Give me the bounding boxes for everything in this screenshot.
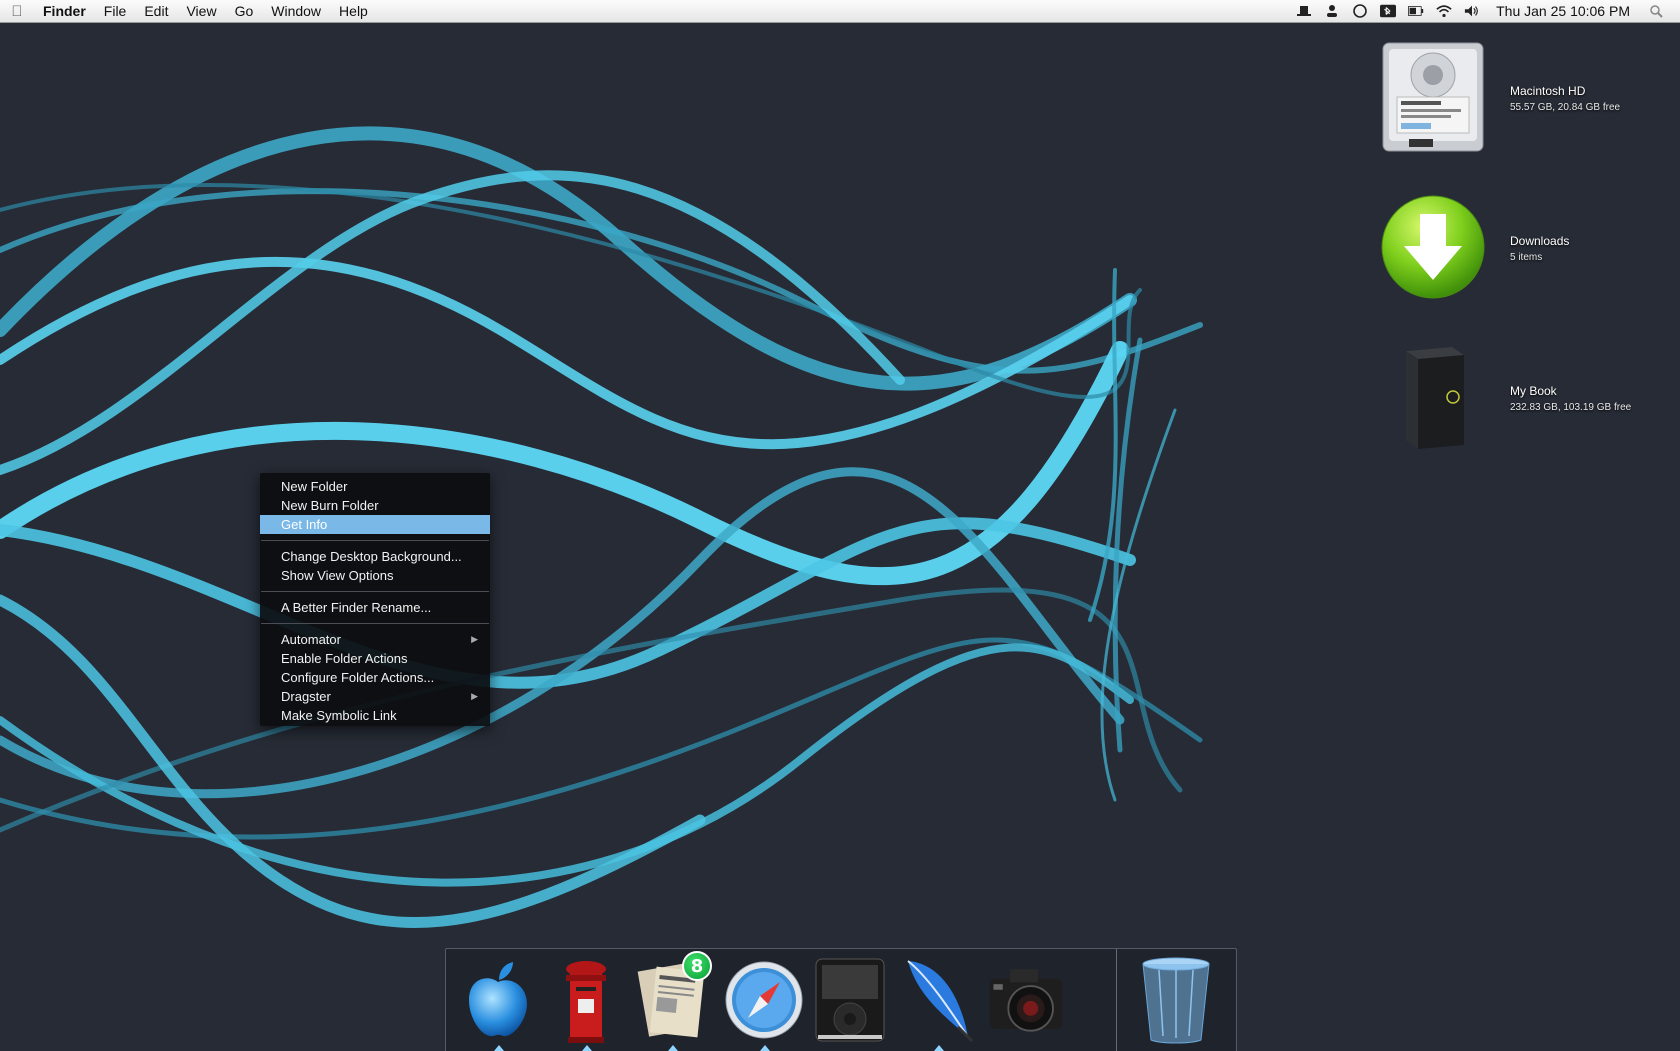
postbox-mail-icon (566, 961, 606, 1043)
menu-item-better-finder-rename[interactable]: A Better Finder Rename... (260, 598, 490, 617)
menu-item-show-view-options[interactable]: Show View Options (260, 566, 490, 585)
menu-item-dragster[interactable]: Dragster ▶ (260, 687, 490, 706)
desktop-item-label: My Book (1510, 384, 1557, 398)
submenu-arrow-icon: ▶ (471, 691, 478, 701)
dock-item-camera[interactable] (986, 957, 1066, 1043)
menu-finder[interactable]: Finder (34, 0, 95, 22)
safari-compass-icon (725, 961, 803, 1039)
hat-icon[interactable] (1296, 3, 1312, 19)
menu-separator (261, 540, 489, 541)
menu-window[interactable]: Window (262, 0, 330, 22)
external-drive-icon (1378, 342, 1488, 452)
running-indicator (582, 1045, 592, 1051)
desktop-item-downloads[interactable]: Downloads 5 items (1378, 192, 1668, 312)
camera-icon (989, 969, 1063, 1032)
dock-item-finder[interactable] (458, 957, 538, 1051)
spotlight-search-icon[interactable] (1648, 3, 1664, 19)
downloads-folder-icon (1378, 192, 1488, 302)
trash-icon (1142, 957, 1210, 1044)
dock-item-trash[interactable] (1136, 957, 1216, 1044)
desktop-item-label: Downloads (1510, 234, 1570, 248)
desktop-item-detail: 5 items (1510, 252, 1543, 263)
desktop-context-menu: New Folder New Burn Folder Get Info Chan… (260, 473, 490, 726)
dock-divider (1116, 949, 1117, 1051)
apple-finder-icon (469, 962, 527, 1037)
desktop-item-my-book[interactable]: My Book 232.83 GB, 103.19 GB free (1378, 342, 1668, 462)
running-indicator (760, 1045, 770, 1051)
menu-item-change-desktop-background[interactable]: Change Desktop Background... (260, 547, 490, 566)
desktop-item-label: Macintosh HD (1510, 84, 1586, 98)
desktop-item-detail: 232.83 GB, 103.19 GB free (1510, 402, 1632, 413)
menu-go[interactable]: Go (226, 0, 263, 22)
menu-bar:  Finder File Edit View Go Window Help T… (0, 0, 1680, 23)
dock-item-news-reader[interactable]: 8 (632, 951, 712, 1051)
person-icon[interactable] (1324, 3, 1340, 19)
menu-view[interactable]: View (177, 0, 225, 22)
submenu-arrow-icon: ▶ (471, 634, 478, 644)
dock: 8 (445, 948, 1237, 1051)
menu-separator (261, 591, 489, 592)
hard-drive-icon (1378, 42, 1488, 152)
menu-item-new-burn-folder[interactable]: New Burn Folder (260, 496, 490, 515)
menu-separator (261, 623, 489, 624)
menu-item-label: Dragster (281, 689, 331, 704)
menu-item-label: Automator (281, 632, 341, 647)
dock-item-itunes[interactable] (810, 957, 890, 1043)
feather-quill-icon (907, 960, 974, 1043)
menu-item-configure-folder-actions[interactable]: Configure Folder Actions... (260, 668, 490, 687)
menu-item-automator[interactable]: Automator ▶ (260, 630, 490, 649)
desktop-item-macintosh-hd[interactable]: Macintosh HD 55.57 GB, 20.84 GB free (1378, 42, 1668, 162)
menu-item-get-info[interactable]: Get Info (260, 515, 490, 534)
menubar-clock[interactable]: Thu Jan 25 10:06 PM (1496, 3, 1630, 19)
volume-icon[interactable] (1464, 3, 1480, 19)
dock-item-safari[interactable] (724, 957, 804, 1051)
menu-item-new-folder[interactable]: New Folder (260, 477, 490, 496)
menu-help[interactable]: Help (330, 0, 377, 22)
desktop-item-detail: 55.57 GB, 20.84 GB free (1510, 102, 1621, 113)
menu-item-enable-folder-actions[interactable]: Enable Folder Actions (260, 649, 490, 668)
running-indicator (668, 1045, 678, 1051)
running-indicator (934, 1045, 944, 1051)
dock-item-mail[interactable] (546, 957, 626, 1051)
menu-item-make-symbolic-link[interactable]: Make Symbolic Link (260, 706, 490, 725)
bluetooth-icon[interactable] (1380, 3, 1397, 19)
menu-edit[interactable]: Edit (135, 0, 177, 22)
running-indicator (494, 1045, 504, 1051)
unread-count-badge: 8 (682, 951, 712, 981)
status-area: Thu Jan 25 10:06 PM (1290, 0, 1680, 22)
circle-status-icon[interactable] (1352, 3, 1368, 19)
wifi-icon[interactable] (1436, 3, 1452, 19)
battery-icon[interactable] (1408, 3, 1424, 19)
apple-logo-icon[interactable]:  (0, 3, 34, 20)
dock-item-feather[interactable] (898, 957, 978, 1051)
menu-file[interactable]: File (95, 0, 136, 22)
ipod-icon (815, 958, 885, 1042)
